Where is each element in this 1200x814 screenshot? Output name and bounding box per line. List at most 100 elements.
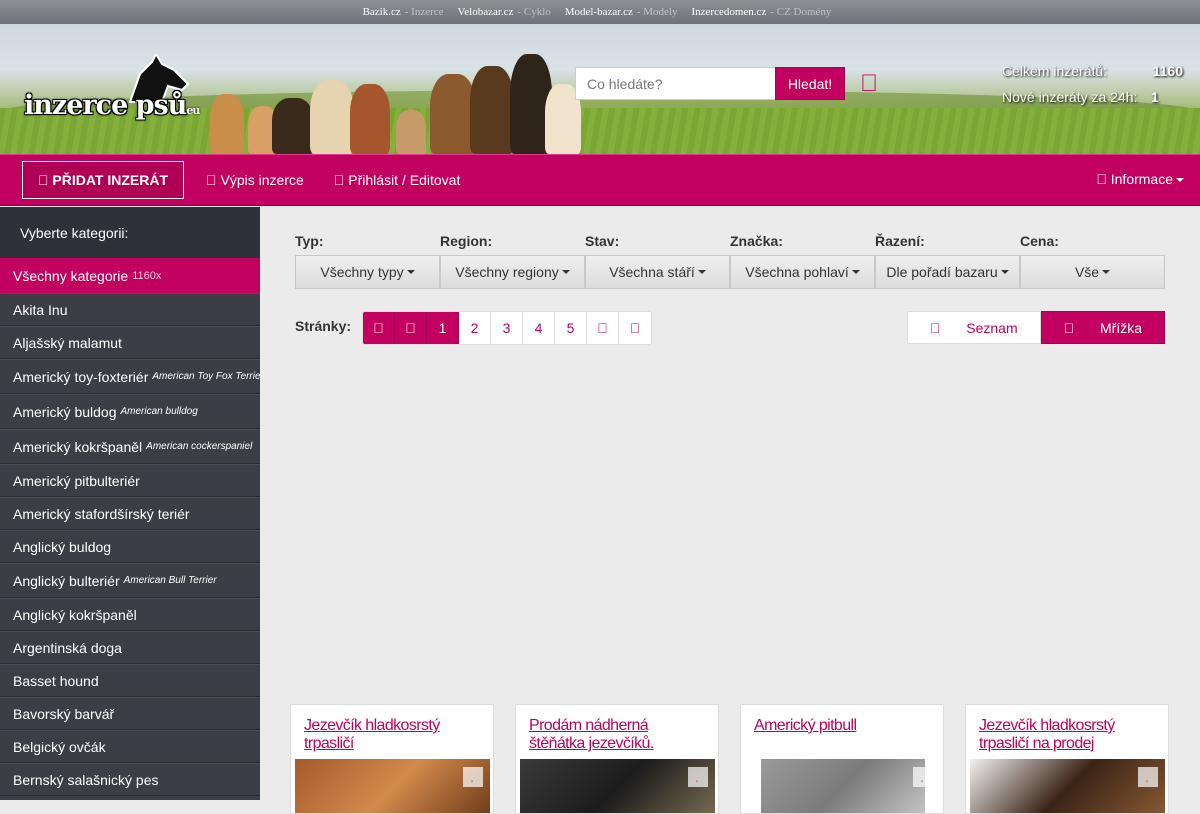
filter-label: Značka: (730, 233, 783, 249)
sidebar-item[interactable]: Akita Inu (0, 293, 260, 326)
site-stats: Celkem inzerátů: 1160 Nové inzeráty za 24… (1002, 58, 1183, 110)
sidebar-item-all[interactable]: Všechny kategorie 1160x (0, 258, 260, 293)
listing-title[interactable]: Americký pitbull (754, 717, 930, 757)
filter-region-dropdown[interactable]: Všechny regiony (440, 255, 585, 289)
filter-value: Všechny typy (320, 264, 404, 280)
listing-photo[interactable] (295, 759, 490, 813)
listing-card[interactable]: Jezevčík hladkosrstý trpasličí na prodej… (965, 704, 1169, 814)
listing-title[interactable]: Jezevčík hladkosrstý trpasličí (304, 717, 480, 757)
logo-suffix: eu (186, 104, 200, 117)
filter-state-dropdown[interactable]: Všechna stáří (585, 255, 730, 289)
filter-price-dropdown[interactable]: Vše (1020, 255, 1165, 289)
sidebar-item[interactable]: Basset hound (0, 664, 260, 697)
heart-icon[interactable]:  (463, 767, 483, 787)
partner-link-model-bazar[interactable]: Model-bazar.cz (565, 6, 633, 18)
sidebar-item[interactable]: Bavorský barvář (0, 697, 260, 730)
filter-brand-dropdown[interactable]: Všechna pohlaví (730, 255, 875, 289)
site-logo[interactable]: inzerce psůeu (22, 54, 242, 134)
sidebar-item[interactable]: Americký buldog American bulldog (0, 394, 260, 429)
page-2[interactable]: 2 (459, 312, 491, 344)
filter-sort-dropdown[interactable]: Dle pořadí bazaru (875, 255, 1020, 289)
listing-title[interactable]: Prodám nádherná štěňátka jezevčíků. (529, 717, 705, 757)
next-page-icon[interactable]:  (587, 312, 619, 344)
heart-icon[interactable]:  (913, 767, 933, 787)
sidebar-item-label: Všechny kategorie (13, 267, 129, 284)
first-page-icon[interactable]:  (363, 312, 395, 344)
partner-link-velobazar[interactable]: Velobazar.cz (458, 6, 514, 18)
new-ads-value: 1 (1151, 89, 1159, 105)
info-icon:  (1096, 171, 1107, 187)
sidebar-item[interactable]: Americký pitbulteriér (0, 464, 260, 497)
chevron-down-icon (1102, 270, 1111, 274)
nav-login-label: Přihlásit / Editovat (316, 172, 460, 188)
partner-desc: - CZ Domény (770, 6, 832, 18)
category-count: 1160x (132, 269, 162, 282)
partner-desc: - Cyklo (517, 6, 551, 18)
sidebar-item[interactable]: Belgický ovčák (0, 730, 260, 763)
sidebar-heading: Vyberte kategorii: (0, 207, 260, 258)
grid-view-button[interactable]:  Mřížka (1040, 311, 1165, 344)
prev-page-icon[interactable]:  (395, 312, 427, 344)
nav-listings-link[interactable]: Výpis inzerce (206, 172, 304, 188)
page-5[interactable]: 5 (555, 312, 587, 344)
filter-type-dropdown[interactable]: Všechny typy (295, 255, 440, 289)
filter-label: Typ: (295, 233, 324, 249)
sidebar-item-label: Americký pitbulteriér (13, 472, 140, 489)
plus-icon:  (38, 172, 49, 188)
sidebar-item[interactable]: Americký toy-foxteriér American Toy Fox T… (0, 359, 260, 394)
filter-label: Cena: (1020, 233, 1059, 249)
sidebar-item-label: Anglický buldog (13, 538, 112, 555)
sidebar-item[interactable]: Anglický bulteriér American Bull Terrier (0, 563, 260, 598)
grid-icon:  (1053, 311, 1086, 344)
heart-icon[interactable]:  (1138, 767, 1158, 787)
page-4[interactable]: 4 (523, 312, 555, 344)
listing-photo[interactable] (970, 759, 1165, 813)
listing-card[interactable]: Americký pitbull  (740, 704, 944, 814)
sidebar-item-label: Americký buldog (13, 403, 117, 420)
site-header: inzerce psůeu Hledat!  Celkem inzerátů:… (0, 24, 1200, 154)
list-view-button[interactable]:  Seznam (906, 311, 1041, 344)
page-1[interactable]: 1 (427, 312, 459, 344)
listing-photo[interactable] (761, 759, 925, 813)
partner-desc: - Modely (636, 6, 678, 18)
chevron-down-icon (697, 270, 706, 274)
listing-title[interactable]: Jezevčík hladkosrstý trpasličí na prodej (979, 717, 1155, 757)
partner-desc: - Inzerce (404, 6, 444, 18)
filter-sort: Řazení: Dle pořadí bazaru (875, 233, 1020, 289)
add-listing-button[interactable]:  PŘIDAT INZERÁT (22, 161, 185, 199)
chat-icon[interactable]:  (860, 70, 878, 98)
filter-brand: Značka: Všechna pohlaví (730, 233, 875, 289)
info-label: Informace (1110, 171, 1173, 187)
search-button[interactable]: Hledat! (775, 67, 845, 100)
sidebar-item[interactable]: Aljašský malamut (0, 326, 260, 359)
sidebar-item[interactable]: Bernský salašnický pes (0, 763, 260, 796)
sidebar-item[interactable]: Anglický kokršpaněl (0, 598, 260, 631)
sidebar-item[interactable]: Americký kokršpaněl American cockerspanie… (0, 429, 260, 464)
info-dropdown[interactable]:  Informace (1096, 171, 1184, 187)
partner-link-bazik[interactable]: Bazik.cz (363, 6, 401, 18)
filter-type: Typ: Všechny typy (295, 233, 440, 289)
listing-photo[interactable] (520, 759, 715, 813)
sidebar-item[interactable]: Argentinská doga (0, 631, 260, 664)
sidebar-item-label: Anglický bulteriér (13, 572, 120, 589)
nav-login-link[interactable]: Přihlásit / Editovat (334, 172, 461, 188)
sidebar-item[interactable]: Anglický buldog (0, 530, 260, 563)
search-input[interactable] (575, 67, 775, 100)
sidebar-item-sublabel: American bulldog (120, 406, 198, 417)
sidebar-item[interactable]: Americký stafordšírský teriér (0, 497, 260, 530)
add-listing-label: PŘIDAT INZERÁT (41, 172, 168, 188)
listing-card[interactable]: Jezevčík hladkosrstý trpasličí  (290, 704, 494, 814)
last-page-icon[interactable]:  (619, 312, 651, 344)
partner-link-inzercedomen[interactable]: Inzercedomen.cz (692, 6, 767, 18)
list-icon:  (206, 172, 217, 188)
main-navbar:  PŘIDAT INZERÁT Výpis inzerce Přihlás… (0, 154, 1200, 206)
heart-icon[interactable]:  (688, 767, 708, 787)
page-3[interactable]: 3 (491, 312, 523, 344)
pagination:   1 2 3 4 5   (362, 311, 652, 345)
listing-card[interactable]: Prodám nádherná štěňátka jezevčíků.  (515, 704, 719, 814)
header-dogs-photo (200, 38, 581, 154)
filter-value: Vše (1074, 264, 1100, 280)
sidebar-item-label: Belgický ovčák (13, 738, 106, 755)
filter-label: Řazení: (875, 233, 925, 249)
total-ads-label: Celkem inzerátů: (1002, 63, 1108, 79)
